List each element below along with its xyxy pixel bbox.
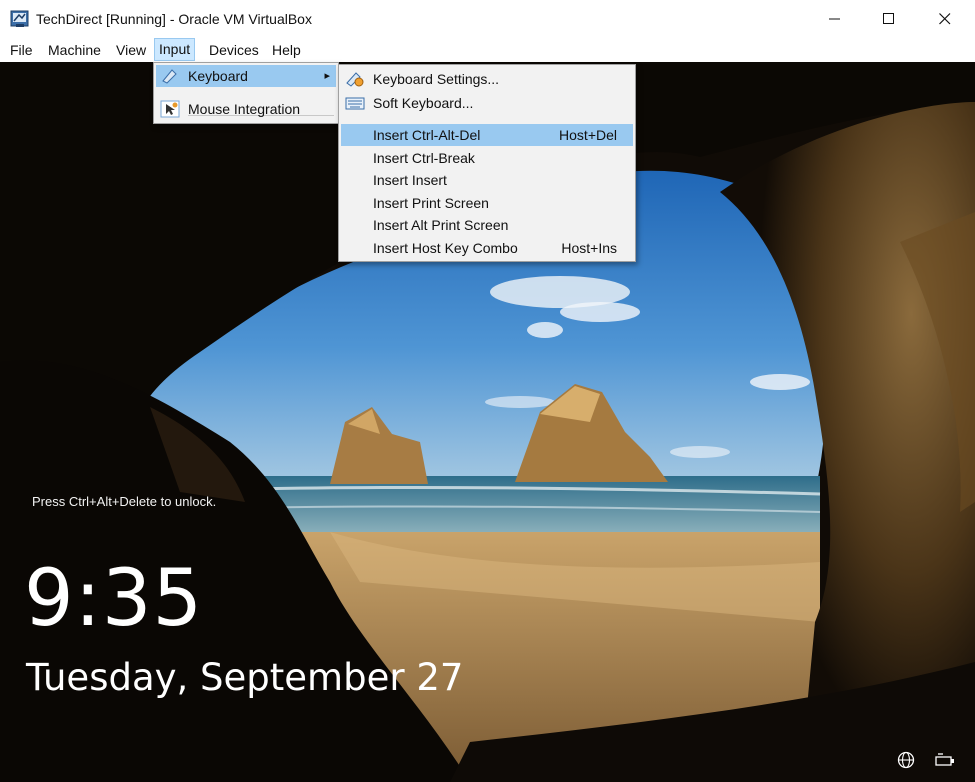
input-menu: Keyboard ▸ Mouse Integration (153, 62, 339, 124)
lockscreen-time: 9:35 (24, 554, 204, 644)
keyboard-submenu: Keyboard Settings... Soft Keyboard... In… (338, 64, 636, 262)
menu-item-keyboard-settings[interactable]: Keyboard Settings... (341, 68, 633, 90)
shortcut-label: Host+Ins (561, 240, 617, 256)
window-title: TechDirect [Running] - Oracle VM Virtual… (36, 11, 312, 27)
menu-item-soft-keyboard[interactable]: Soft Keyboard... (341, 92, 633, 114)
menu-bar: File Machine View Input Devices Help (0, 38, 975, 62)
menu-machine[interactable]: Machine (44, 38, 105, 62)
maximize-icon (883, 13, 894, 24)
title-bar: TechDirect [Running] - Oracle VM Virtual… (0, 0, 975, 38)
close-button[interactable] (918, 0, 972, 38)
menu-item-insert-ctrl-break[interactable]: Insert Ctrl-Break (341, 147, 633, 169)
submenu-arrow-icon: ▸ (324, 70, 330, 82)
virtualbox-app-icon (10, 10, 29, 27)
menu-file[interactable]: File (6, 38, 37, 62)
close-icon (939, 13, 951, 25)
menu-item-insert-alt-print-screen[interactable]: Insert Alt Print Screen (341, 214, 633, 236)
ease-of-access-icon[interactable] (934, 750, 956, 770)
keyboard-settings-icon (346, 72, 364, 87)
menu-item-mouse-integration[interactable]: Mouse Integration (156, 98, 336, 120)
mouse-integration-icon (160, 100, 180, 118)
network-icon[interactable] (896, 750, 916, 770)
shortcut-label: Host+Del (559, 127, 617, 143)
menu-item-insert-ctrl-alt-del[interactable]: Insert Ctrl-Alt-Del Host+Del (341, 124, 633, 146)
menu-input[interactable]: Input (154, 38, 196, 61)
minimize-icon (829, 18, 840, 20)
soft-keyboard-icon (345, 97, 365, 110)
menu-view[interactable]: View (112, 38, 150, 62)
menu-item-insert-print-screen[interactable]: Insert Print Screen (341, 192, 633, 214)
unlock-hint: Press Ctrl+Alt+Delete to unlock. (32, 494, 217, 509)
menu-item-keyboard[interactable]: Keyboard ▸ (156, 65, 336, 87)
menu-help[interactable]: Help (268, 38, 305, 62)
menu-item-insert-insert[interactable]: Insert Insert (341, 169, 633, 191)
menu-devices[interactable]: Devices (205, 38, 263, 62)
menu-item-insert-host-key-combo[interactable]: Insert Host Key Combo Host+Ins (341, 237, 633, 259)
lockscreen-date: Tuesday, September 27 (26, 656, 464, 699)
minimize-button[interactable] (808, 0, 862, 38)
maximize-button[interactable] (862, 0, 916, 38)
keyboard-icon (162, 69, 177, 84)
